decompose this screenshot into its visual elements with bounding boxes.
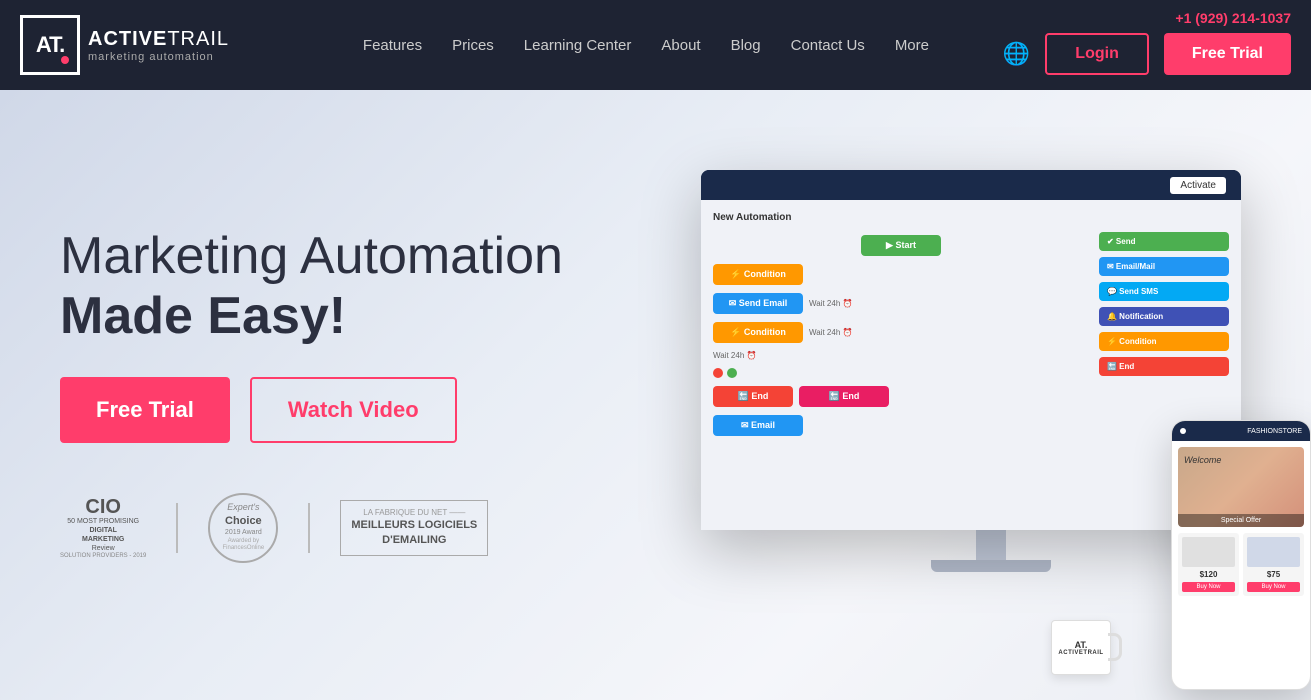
logo-brand-bold: ACTIVE (88, 28, 167, 50)
wf-start-block: ▶ Start (861, 235, 941, 256)
mug: AT. ACTIVETRAIL (1051, 620, 1131, 700)
nav-features[interactable]: Features (363, 37, 422, 54)
awards: CIO 50 MOST PROMISINGDIGITALMARKETINGRev… (60, 493, 563, 563)
wf-wait2-label: Wait 24h ⏰ (809, 328, 852, 337)
award-experts-choice: Expert's Choice 2019 Award Awarded byFin… (208, 493, 278, 563)
hero-free-trial-button[interactable]: Free Trial (60, 377, 230, 443)
award-separator-2 (308, 503, 310, 553)
logo[interactable]: AT. ACTIVETRAIL marketing automation (20, 15, 229, 75)
wf-row-2: ✉ Send Email Wait 24h ⏰ (713, 293, 1089, 314)
wf-email-block: ✉ Send Email (713, 293, 803, 314)
wf-email2-block: ✉ Email (713, 415, 803, 436)
logo-box: AT. (20, 15, 80, 75)
mug-brand: ACTIVETRAIL (1058, 650, 1103, 656)
wf-status-dots (713, 368, 737, 378)
phone-banner: Welcome Special Offer (1178, 447, 1304, 527)
wf-end2-block: 🔚 End (799, 386, 889, 407)
phone-products: $120 Buy Now $75 Buy Now (1178, 533, 1304, 596)
hero-content: Marketing Automation Made Easy! Free Tri… (0, 227, 563, 563)
logo-brand-light: TRAIL (167, 28, 229, 50)
phone-product-1-img (1182, 537, 1235, 567)
workflow-title: New Automation (713, 212, 1089, 223)
phone: FASHIONSTORE Welcome Special Offer $120 … (1171, 420, 1311, 690)
logo-text: ACTIVETRAIL marketing automation (88, 28, 229, 63)
wr-email-block: ✉ Email/Mail (1099, 257, 1229, 276)
activate-button[interactable]: Activate (1170, 177, 1226, 194)
phone-product-2: $75 Buy Now (1243, 533, 1304, 596)
mug-logo: AT. ACTIVETRAIL (1058, 640, 1103, 656)
phone-product-2-price: $75 (1247, 570, 1300, 579)
award-cio: CIO 50 MOST PROMISINGDIGITALMARKETINGRev… (60, 497, 146, 559)
wf-condition-block: ⚡ Condition (713, 264, 803, 285)
hero-title-line2: Made Easy! (60, 287, 346, 345)
phone-product-2-btn[interactable]: Buy Now (1247, 582, 1300, 592)
wr-end-block: 🔚 End (1099, 357, 1229, 376)
wf-row-7: ✉ Email (713, 415, 1089, 436)
monitor-content: New Automation ▶ Start ⚡ Condition ✉ Sen… (701, 200, 1241, 530)
hero-watch-video-button[interactable]: Watch Video (250, 377, 457, 443)
wf-wait3-label: Wait 24h ⏰ (713, 351, 756, 360)
wr-send-block: ✔ Send (1099, 232, 1229, 251)
wf-condition2-block: ⚡ Condition (713, 322, 803, 343)
nav-about[interactable]: About (661, 37, 700, 54)
hero-title-line1: Marketing Automation (60, 227, 563, 285)
award-la-fabrique-text: LA FABRIQUE DU NET —— MEILLEURS LOGICIEL… (340, 500, 488, 556)
wr-sms-block: 💬 Send SMS (1099, 282, 1229, 301)
wf-row-3: ⚡ Condition Wait 24h ⏰ (713, 322, 1089, 343)
monitor-stand (976, 530, 1006, 560)
phone-product-1-btn[interactable]: Buy Now (1182, 582, 1235, 592)
hero-buttons: Free Trial Watch Video (60, 377, 563, 443)
wf-row-5 (713, 368, 1089, 378)
wr-notify-block: 🔔 Notification (1099, 307, 1229, 326)
wr-condition-block: ⚡ Condition (1099, 332, 1229, 351)
phone-special-offer-label: Special Offer (1178, 514, 1304, 527)
header-actions: 🌐 Login Free Trial (1003, 33, 1291, 75)
nav-more[interactable]: More (895, 37, 929, 54)
mug-body: AT. ACTIVETRAIL (1051, 620, 1111, 675)
hero-image-area: Activate New Automation ▶ Start ⚡ Condit… (621, 150, 1311, 700)
wf-end-block: 🔚 End (713, 386, 793, 407)
logo-sub: marketing automation (88, 51, 229, 63)
wf-dot-red (713, 368, 723, 378)
wf-row-4: Wait 24h ⏰ (713, 351, 1089, 360)
award-separator-1 (176, 503, 178, 553)
phone-product-1-price: $120 (1182, 570, 1235, 579)
nav-prices[interactable]: Prices (452, 37, 494, 54)
award-cio-content: CIO 50 MOST PROMISINGDIGITALMARKETINGRev… (60, 497, 146, 559)
phone-number[interactable]: +1 (929) 214-1037 (1175, 10, 1291, 26)
award-la-fabrique: LA FABRIQUE DU NET —— MEILLEURS LOGICIEL… (340, 500, 488, 556)
login-button[interactable]: Login (1045, 33, 1149, 75)
monitor-header-bar: Activate (701, 170, 1241, 200)
nav-contact-us[interactable]: Contact Us (791, 37, 865, 54)
logo-initials: AT. (36, 32, 64, 58)
wf-row-6: 🔚 End 🔚 End (713, 386, 1089, 407)
phone-welcome: Welcome (1184, 455, 1221, 465)
phone-brand: FASHIONSTORE (1247, 428, 1302, 435)
logo-dot (61, 56, 69, 64)
logo-brand: ACTIVETRAIL (88, 28, 229, 51)
main-nav: Features Prices Learning Center About Bl… (289, 37, 1003, 54)
workflow-left: New Automation ▶ Start ⚡ Condition ✉ Sen… (713, 212, 1089, 518)
phone-header: FASHIONSTORE (1172, 421, 1310, 441)
award-experts-badge: Expert's Choice 2019 Award Awarded byFin… (208, 493, 278, 563)
award-experts-text: Expert's Choice 2019 Award Awarded byFin… (223, 502, 265, 553)
mug-handle (1108, 633, 1122, 661)
header: AT. ACTIVETRAIL marketing automation Fea… (0, 0, 1311, 90)
monitor-screen: Activate New Automation ▶ Start ⚡ Condit… (701, 170, 1241, 530)
mug-logo-initials: AT. (1058, 640, 1103, 650)
phone-content: Welcome Special Offer $120 Buy Now $75 B… (1172, 441, 1310, 602)
wf-wait-label: Wait 24h ⏰ (809, 299, 852, 308)
nav-learning-center[interactable]: Learning Center (524, 37, 632, 54)
monitor-base (931, 560, 1051, 572)
hero-section: Marketing Automation Made Easy! Free Tri… (0, 90, 1311, 700)
nav-blog[interactable]: Blog (731, 37, 761, 54)
phone-product-1: $120 Buy Now (1178, 533, 1239, 596)
phone-dot (1180, 428, 1186, 434)
globe-icon[interactable]: 🌐 (1003, 41, 1030, 67)
phone-product-2-img (1247, 537, 1300, 567)
hero-title: Marketing Automation Made Easy! (60, 227, 563, 347)
wf-dot-green (727, 368, 737, 378)
wf-row-1: ⚡ Condition (713, 264, 1089, 285)
free-trial-nav-button[interactable]: Free Trial (1164, 33, 1291, 75)
